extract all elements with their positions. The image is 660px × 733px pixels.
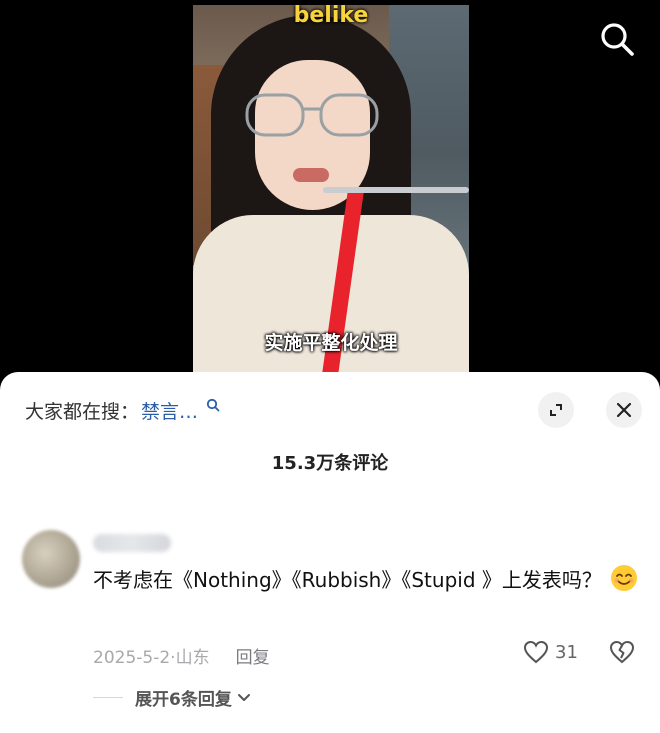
video-player[interactable]: belike 实施平整化处理 [0,0,660,380]
comment-panel: 大家都在搜： 禁言… 15.3万条评论 不考虑在《Nothing》《Rubbis… [0,372,660,733]
video-person-lips [293,168,329,182]
close-icon [616,402,632,418]
trending-search-label: 大家都在搜： [25,400,140,423]
avatar[interactable] [22,530,80,588]
like-button[interactable]: 31 [523,640,578,664]
video-person-glasses [245,93,379,137]
comment-text: 不考虑在《Nothing》《Rubbish》《Stupid 》上发表吗？ [93,562,638,598]
trending-search-keyword[interactable]: 禁言… [141,397,198,424]
reply-button[interactable]: 回复 [236,643,270,668]
video-title-overlay: belike [293,3,369,28]
username-blurred[interactable] [93,534,171,552]
video-subtitle: 实施平整化处理 [264,332,398,354]
broken-heart-icon [609,640,635,664]
trending-search[interactable]: 大家都在搜： 禁言… [25,397,220,423]
comment-body: 不考虑在《Nothing》《Rubbish》《Stupid 》上发表吗？ [93,568,602,592]
comment-count: 15.3万条评论 [271,453,389,474]
like-count: 31 [555,641,578,663]
divider-line [93,697,123,698]
expand-icon [550,404,562,416]
video-frame[interactable] [193,5,469,375]
chevron-down-icon [237,693,250,701]
search-icon [601,23,634,56]
expand-replies-button[interactable]: 展开6条回复 [93,685,251,710]
close-panel-button[interactable] [606,392,642,428]
comment-meta: 2025-5-2·山东 回复 [93,643,270,668]
video-metal-rod [323,187,469,193]
comment-date-location: 2025-5-2·山东 [93,648,210,668]
smiling-face-icon [610,565,637,591]
expand-panel-button[interactable] [538,392,574,428]
dislike-button[interactable] [609,640,635,668]
heart-icon [523,640,549,664]
search-button[interactable] [598,20,636,58]
search-small-icon [206,398,220,412]
expand-replies-label: 展开6条回复 [135,690,232,710]
